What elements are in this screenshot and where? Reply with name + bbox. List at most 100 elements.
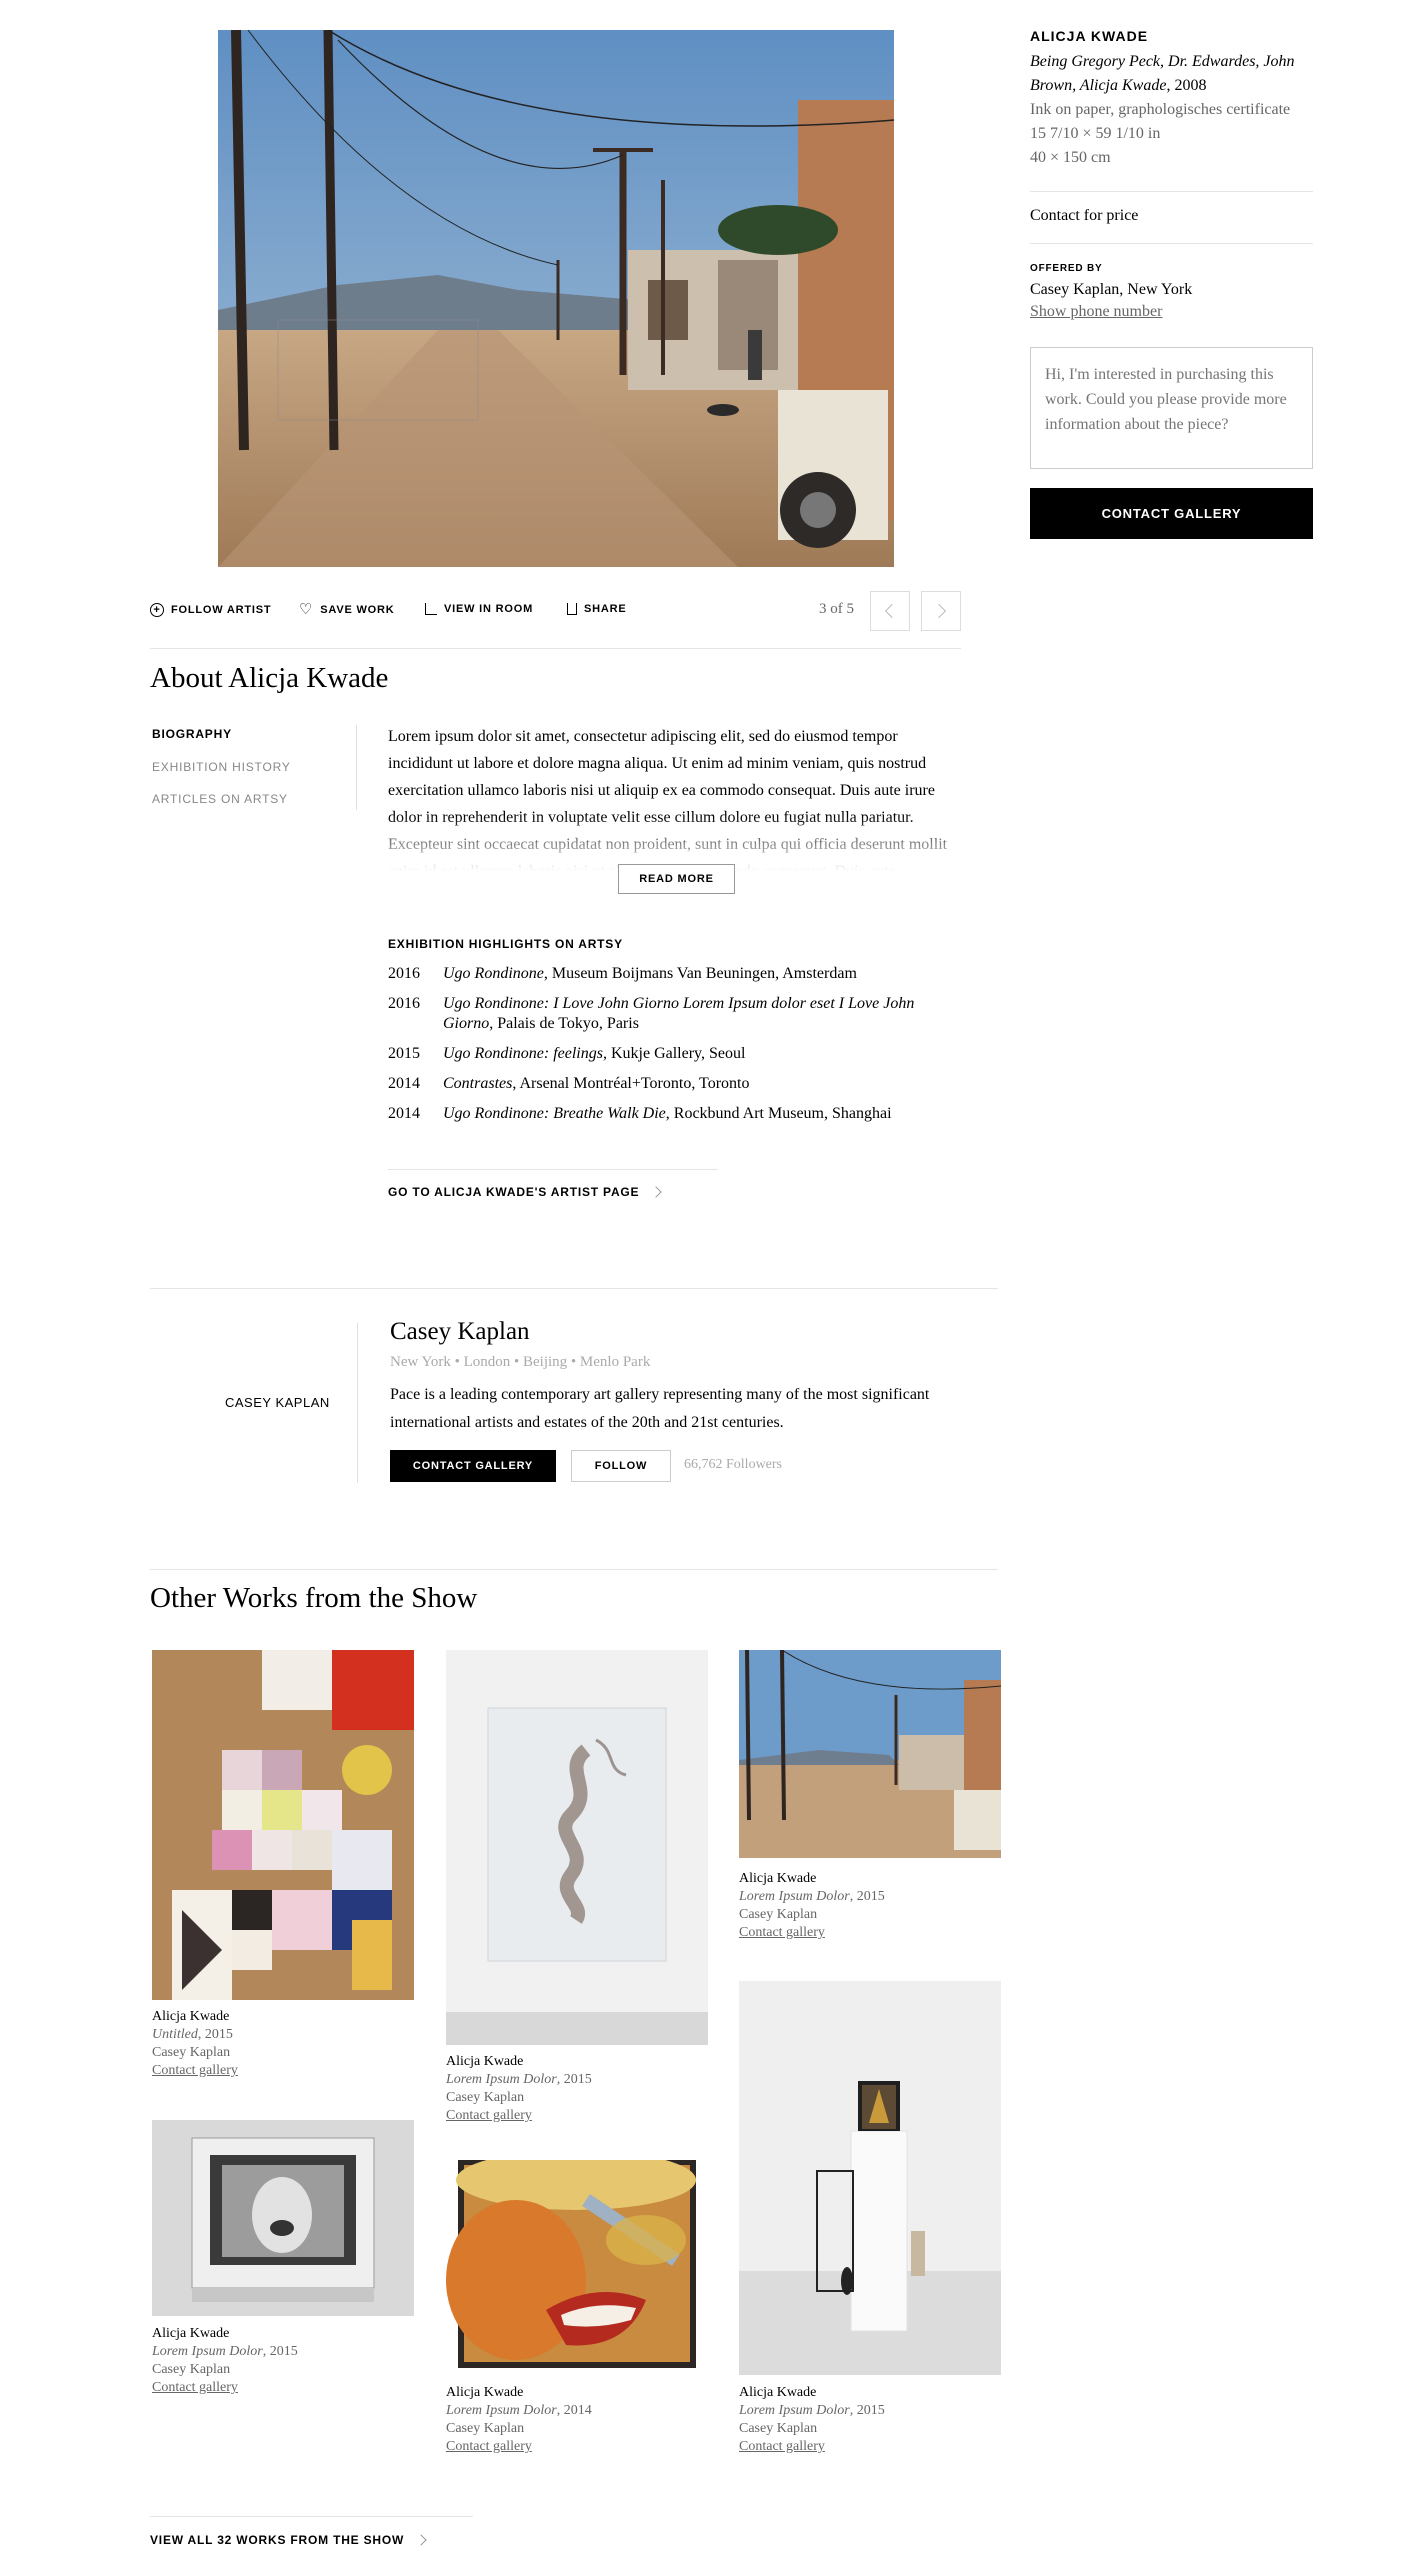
artwork-thumbnail[interactable]	[739, 1981, 1001, 2375]
show-phone-link[interactable]: Show phone number	[1030, 303, 1162, 321]
view-in-room-button[interactable]: VIEW IN ROOM	[425, 603, 533, 615]
artist-page-link[interactable]: GO TO ALICJA KWADE'S ARTIST PAGE	[388, 1185, 663, 1199]
save-work-button[interactable]: ♡ SAVE WORK	[299, 602, 395, 617]
tab-exhibition-history[interactable]: EXHIBITION HISTORY	[152, 760, 291, 774]
highlight-year: 2014	[388, 1105, 420, 1122]
work-title: Lorem Ipsum Dolor	[152, 2344, 263, 2359]
artwork-caption: Alicja Kwade Lorem Ipsum Dolor, 2015 Cas…	[739, 1870, 1001, 1942]
artwork-thumbnail[interactable]	[446, 1650, 708, 2045]
share-button[interactable]: SHARE	[567, 603, 627, 615]
gallery-locations: New York • London • Beijing • Menlo Park	[390, 1354, 651, 1370]
work-contact-link[interactable]: Contact gallery	[739, 2438, 1001, 2456]
work-contact-link[interactable]: Contact gallery	[446, 2107, 708, 2125]
contact-gallery-button[interactable]: CONTACT GALLERY	[1030, 488, 1313, 539]
read-more-button[interactable]: READ MORE	[618, 864, 735, 894]
highlights-heading: EXHIBITION HIGHLIGHTS ON ARTSY	[388, 937, 623, 951]
work-title-line: Untitled, 2015	[152, 2026, 414, 2044]
work-year: , 2014	[556, 2403, 592, 2418]
follow-artist-button[interactable]: + FOLLOW ARTIST	[150, 603, 271, 617]
artist-page-label: GO TO ALICJA KWADE'S ARTIST PAGE	[388, 1185, 640, 1199]
highlight-title: Ugo Rondinone	[443, 965, 544, 982]
offered-by-label: OFFERED BY	[1030, 263, 1103, 274]
artwork-caption: Alicja Kwade Lorem Ipsum Dolor, 2015 Cas…	[739, 2384, 1001, 2456]
artist-name[interactable]: ALICJA KWADE	[1030, 28, 1313, 44]
highlight-item[interactable]: 2016 Ugo Rondinone, Museum Boijmans Van …	[388, 964, 963, 984]
next-button[interactable]	[921, 591, 961, 631]
tab-biography[interactable]: BIOGRAPHY	[152, 727, 232, 741]
inquiry-message-field[interactable]	[1030, 347, 1313, 469]
artwork-details: ALICJA KWADE Being Gregory Peck, Dr. Edw…	[1030, 28, 1313, 170]
highlight-venue: , Museum Boijmans Van Beuningen, Amsterd…	[543, 965, 857, 982]
artwork-dims-cm: 40 × 150 cm	[1030, 149, 1111, 166]
artwork-dims-in: 15 7/10 × 59 1/10 in	[1030, 125, 1161, 142]
highlight-text: Ugo Rondinone: feelings, Kukje Gallery, …	[443, 1044, 745, 1064]
divider	[1030, 191, 1313, 192]
gallery-follow-button[interactable]: FOLLOW	[571, 1450, 671, 1482]
work-artist[interactable]: Alicja Kwade	[739, 1870, 1001, 1888]
highlight-title: Contrastes	[443, 1075, 513, 1092]
save-work-label: SAVE WORK	[320, 604, 395, 616]
tab-divider	[356, 725, 357, 810]
work-artist[interactable]: Alicja Kwade	[446, 2053, 708, 2071]
divider	[150, 1569, 998, 1570]
view-in-room-label: VIEW IN ROOM	[444, 603, 534, 615]
work-title-line: Lorem Ipsum Dolor, 2015	[152, 2343, 414, 2361]
highlight-text: Ugo Rondinone: I Love John Giorno Lorem …	[443, 994, 963, 1034]
highlight-venue: , Kukje Gallery, Seoul	[602, 1045, 746, 1062]
work-title-line: Lorem Ipsum Dolor, 2015	[739, 2402, 1001, 2420]
highlight-text: Ugo Rondinone: Breathe Walk Die, Rockbun…	[443, 1104, 892, 1124]
highlight-item[interactable]: 2015 Ugo Rondinone: feelings, Kukje Gall…	[388, 1044, 963, 1064]
gallery-logo[interactable]: CASEY KAPLAN	[225, 1395, 330, 1410]
work-year: , 2015	[262, 2344, 298, 2359]
work-artist[interactable]: Alicja Kwade	[152, 2325, 414, 2343]
gallery-followers: 66,762 Followers	[684, 1457, 782, 1472]
artwork-caption: Alicja Kwade Lorem Ipsum Dolor, 2015 Cas…	[446, 2053, 708, 2125]
work-title: Untitled	[152, 2027, 198, 2042]
artwork-thumbnail[interactable]	[446, 2160, 708, 2375]
highlight-venue: , Arsenal Montréal+Toronto, Toronto	[512, 1075, 750, 1092]
highlight-venue: , Rockbund Art Museum, Shanghai	[665, 1105, 892, 1122]
highlight-item[interactable]: 2014 Ugo Rondinone: Breathe Walk Die, Ro…	[388, 1104, 963, 1124]
tab-articles[interactable]: ARTICLES ON ARTSY	[152, 792, 288, 806]
highlight-year: 2014	[388, 1075, 420, 1092]
highlight-item[interactable]: 2016 Ugo Rondinone: I Love John Giorno L…	[388, 994, 963, 1034]
gallery-contact-button[interactable]: CONTACT GALLERY	[390, 1450, 556, 1482]
work-artist[interactable]: Alicja Kwade	[152, 2008, 414, 2026]
artwork-caption: Alicja Kwade Untitled, 2015 Casey Kaplan…	[152, 2008, 414, 2080]
highlight-text: Ugo Rondinone, Museum Boijmans Van Beuni…	[443, 964, 857, 984]
highlight-year: 2015	[388, 1045, 420, 1062]
work-title: Lorem Ipsum Dolor	[739, 2403, 850, 2418]
work-contact-link[interactable]: Contact gallery	[446, 2438, 708, 2456]
offering-gallery[interactable]: Casey Kaplan, New York	[1030, 281, 1192, 299]
main-artwork-image[interactable]	[218, 30, 894, 567]
work-contact-link[interactable]: Contact gallery	[739, 1924, 1001, 1942]
work-contact-link[interactable]: Contact gallery	[152, 2379, 414, 2397]
view-all-works-link[interactable]: VIEW ALL 32 WORKS FROM THE SHOW	[150, 2533, 427, 2547]
artwork-caption: Alicja Kwade Lorem Ipsum Dolor, 2014 Cas…	[446, 2384, 708, 2456]
gallery-name[interactable]: Casey Kaplan	[390, 1318, 530, 1346]
artwork-thumbnail[interactable]	[152, 1650, 414, 2000]
work-title-line: Lorem Ipsum Dolor, 2015	[446, 2071, 708, 2089]
work-title: Lorem Ipsum Dolor	[739, 1889, 850, 1904]
work-artist[interactable]: Alicja Kwade	[739, 2384, 1001, 2402]
highlight-title: Ugo Rondinone: Breathe Walk Die	[443, 1105, 666, 1122]
artwork-thumbnail[interactable]	[739, 1650, 1001, 1858]
about-heading: About Alicja Kwade	[150, 662, 389, 694]
view-all-label: VIEW ALL 32 WORKS FROM THE SHOW	[150, 2533, 405, 2547]
artwork-year: 2008	[1174, 77, 1207, 94]
room-icon	[425, 603, 437, 615]
gallery-description: Pace is a leading contemporary art galle…	[390, 1386, 930, 1431]
highlight-item[interactable]: 2014 Contrastes, Arsenal Montréal+Toront…	[388, 1074, 963, 1094]
artwork-medium: Ink on paper, graphologisches certificat…	[1030, 101, 1291, 118]
work-gallery: Casey Kaplan	[446, 2421, 525, 2436]
highlight-venue: , Palais de Tokyo, Paris	[489, 1015, 639, 1032]
artwork-thumbnail[interactable]	[152, 2120, 414, 2316]
pager-count: 3 of 5	[819, 601, 854, 617]
work-artist[interactable]: Alicja Kwade	[446, 2384, 708, 2402]
previous-button[interactable]	[870, 591, 910, 631]
chevron-right-icon	[650, 1186, 663, 1198]
chevron-right-icon	[415, 2534, 427, 2546]
work-gallery: Casey Kaplan	[446, 2090, 525, 2105]
work-contact-link[interactable]: Contact gallery	[152, 2062, 414, 2080]
work-gallery: Casey Kaplan	[739, 1907, 818, 1922]
